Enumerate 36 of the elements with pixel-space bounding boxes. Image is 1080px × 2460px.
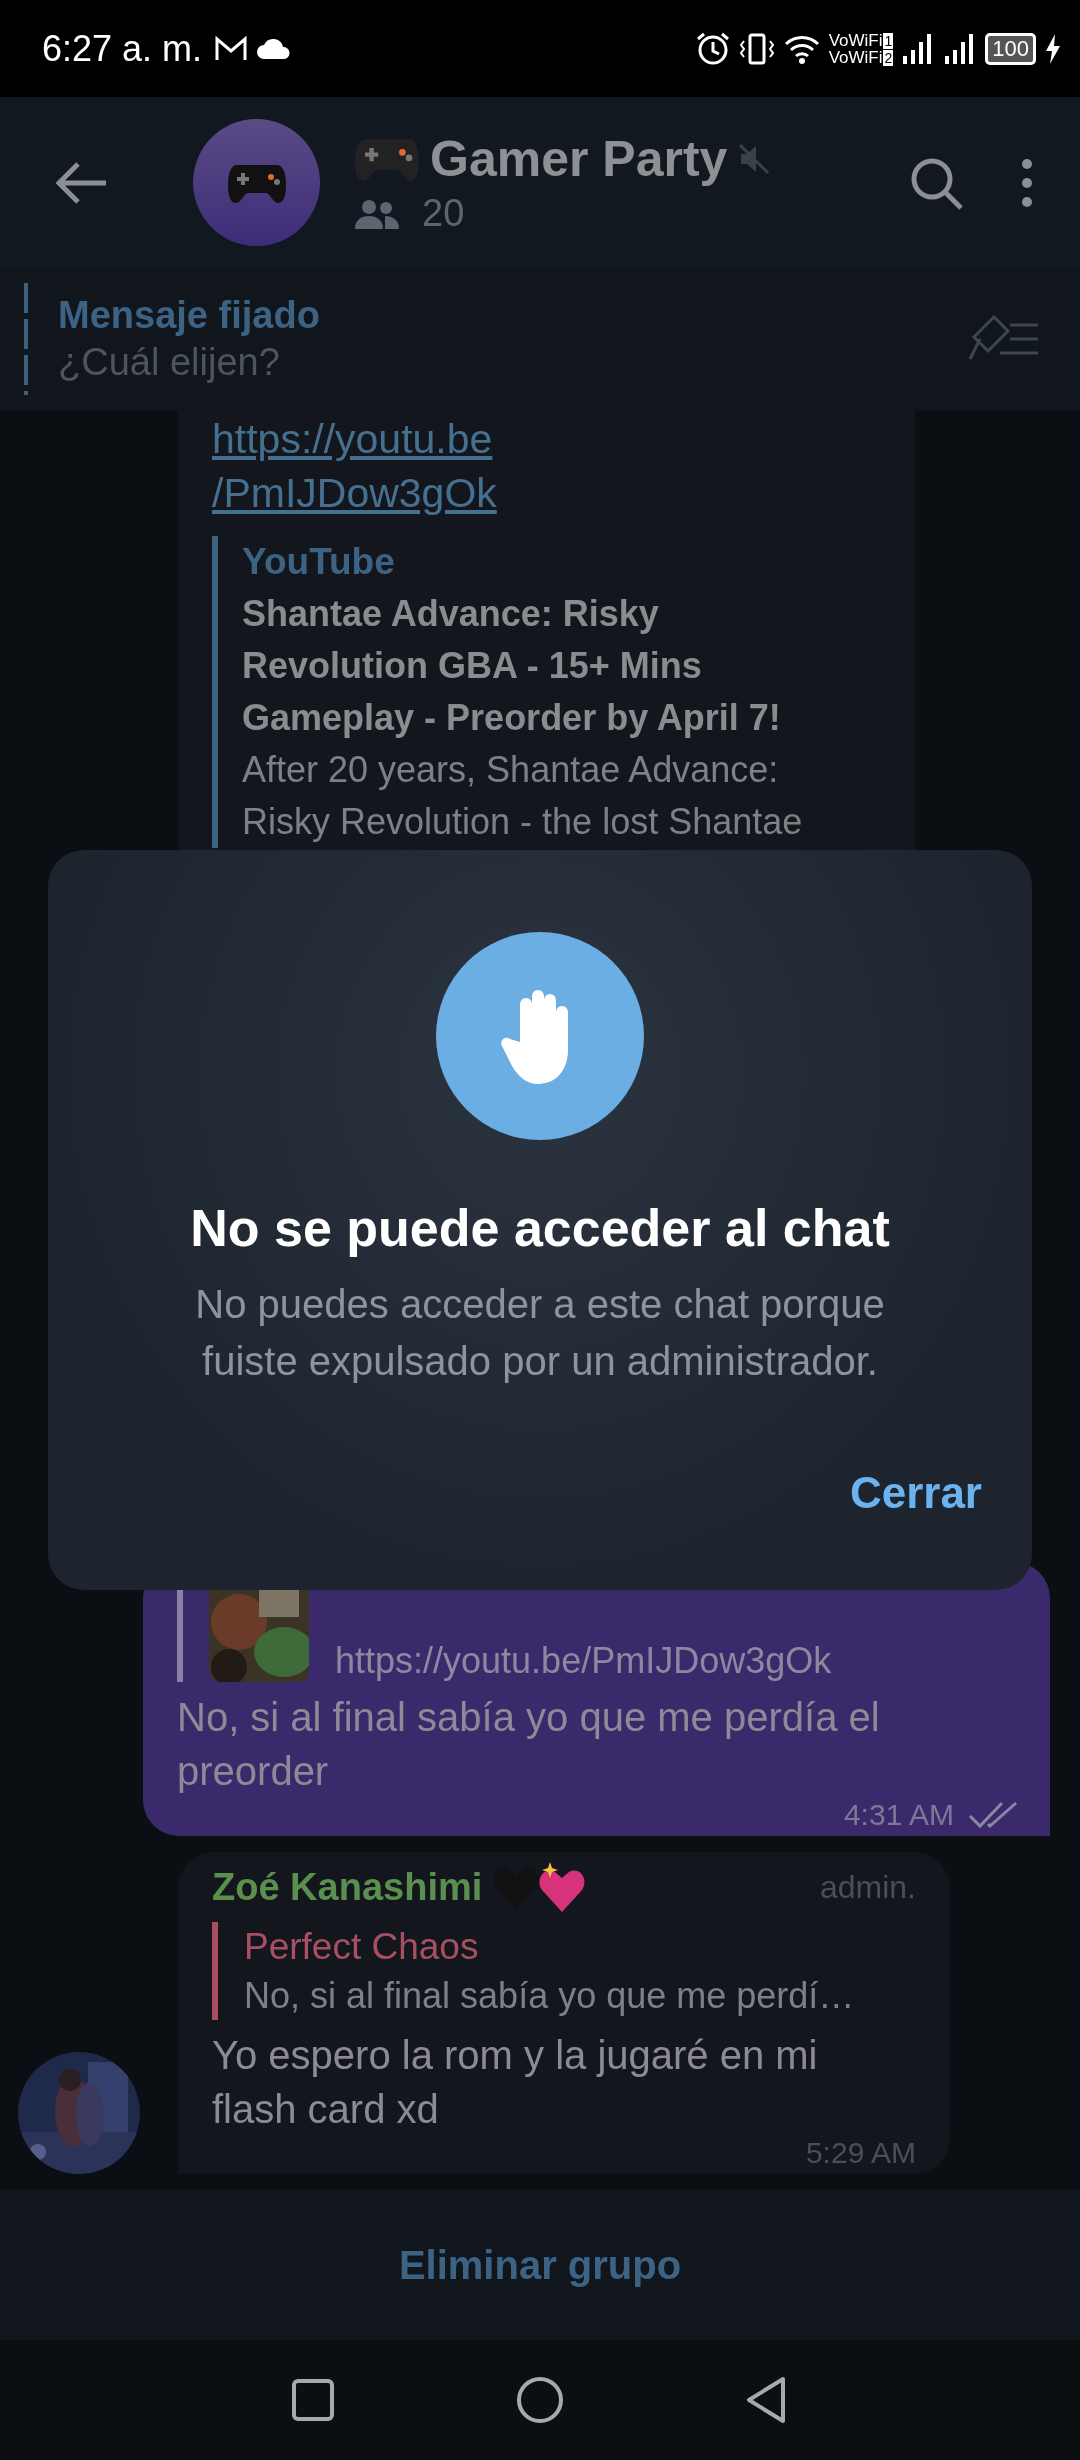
members-icon: [354, 198, 400, 229]
delete-group-button[interactable]: Eliminar grupo: [378, 2232, 702, 2298]
close-button[interactable]: Cerrar: [839, 1460, 992, 1526]
message-link[interactable]: /PmIJDow3gOk: [212, 466, 497, 520]
pinned-label: Mensaje fijado: [58, 294, 321, 337]
battery-level: 100: [985, 32, 1036, 65]
dialog-title: No se puede acceder al chat: [190, 1198, 890, 1258]
admin-label: admin.: [819, 1868, 916, 1906]
recents-icon[interactable]: [290, 2378, 335, 2422]
more-icon[interactable]: [1020, 157, 1034, 208]
reply-link: https://youtu.be/PmIJDow3gOk: [335, 1640, 832, 1682]
reply-quote[interactable]: Perfect Chaos No, si al final sabía yo que me perdí…: [212, 1922, 916, 2020]
message-link[interactable]: https://youtu.be: [212, 412, 493, 466]
pinned-message-bar[interactable]: Mensaje fijado ¿Cuál elijen?: [0, 268, 1080, 410]
preview-site: YouTube: [242, 540, 396, 584]
reply-text: No, si al final sabía yo que me perdí…: [244, 1974, 856, 2018]
mail-icon: [214, 34, 249, 63]
preview-description: After 20 years, Shantae Advance: Risky Revolution - the lost Shantae: [242, 748, 804, 844]
preview-title: Shantae Advance: Risky Revolution GBA - 15+ Mins Gameplay - Preorder by April 7!: [242, 592, 782, 740]
alarm-icon: [694, 30, 731, 67]
message-text: Yo espero la rom y la jugaré en mi flash card xd: [212, 2032, 819, 2133]
message-time: 5:29 AM: [805, 2136, 916, 2170]
chat-title: Gamer Party: [430, 130, 728, 188]
status-time: 6:27 a. m.: [42, 27, 203, 70]
message-time: 4:31 AM: [843, 1798, 954, 1832]
dialog-message: No puedes acceder a este chat porque fuiste expulsado por un administrador.: [194, 1281, 886, 1385]
back-icon[interactable]: [56, 160, 108, 205]
message-text: No, si al final sabía yo que me perdía el preorder: [177, 1694, 881, 1795]
reply-sender: Perfect Chaos: [244, 1925, 480, 1969]
network-label: VoWiFi 2: [828, 48, 894, 66]
pinned-text: ¿Cuál elijen?: [58, 341, 281, 384]
sender-name: Zoé Kanashimi: [212, 1865, 483, 1909]
charging-icon: [1044, 32, 1062, 65]
network-label: VoWiFi 1: [828, 31, 894, 49]
member-count: 20: [422, 192, 465, 235]
home-icon[interactable]: [516, 2376, 564, 2424]
